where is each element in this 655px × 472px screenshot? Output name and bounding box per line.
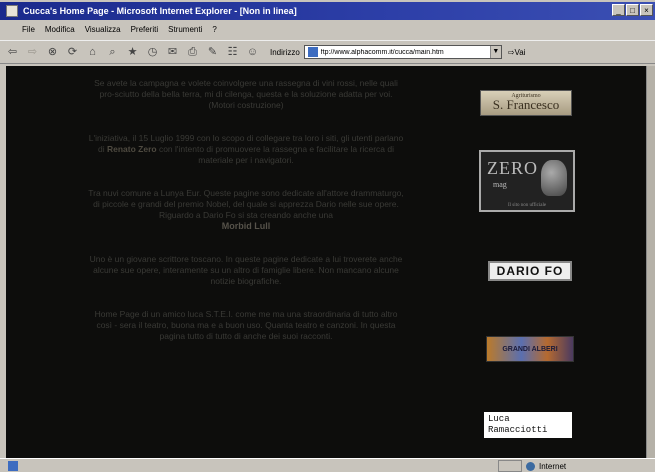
minimize-button[interactable]: _ bbox=[612, 4, 625, 16]
zero-logo-footer: Il sito non ufficiale bbox=[507, 203, 547, 208]
search-icon[interactable]: ⌕ bbox=[105, 45, 120, 59]
luca-logo-last: Ramacciotti bbox=[488, 425, 548, 435]
vertical-scrollbar[interactable] bbox=[646, 66, 655, 458]
renato-zero-link[interactable]: Renato Zero bbox=[107, 144, 157, 154]
paragraph-luca: Home Page di un amico luca S.T.E.I. come… bbox=[94, 309, 398, 341]
text-column: Se avete la campagna e volete coinvolger… bbox=[86, 78, 406, 364]
history-icon[interactable]: ◷ bbox=[145, 45, 160, 59]
refresh-icon[interactable]: ⟳ bbox=[65, 45, 80, 59]
san-francesco-logo[interactable]: Agriturismo S. Francesco bbox=[480, 90, 572, 116]
edit-icon[interactable]: ✎ bbox=[205, 45, 220, 59]
paragraph-dario-signature[interactable]: Morbid Lull bbox=[86, 221, 406, 232]
go-button[interactable]: ⇨Vai bbox=[508, 48, 526, 57]
zero-logo-title: ZERO bbox=[487, 158, 538, 178]
window-controls: _ □ × bbox=[612, 4, 653, 16]
print-icon[interactable]: ⎙ bbox=[185, 45, 200, 59]
home-icon[interactable]: ⌂ bbox=[85, 45, 100, 59]
renato-zero-logo[interactable]: ZERO mag Il sito non ufficiale bbox=[479, 150, 575, 212]
zero-logo-subtitle: mag bbox=[493, 180, 507, 189]
window-title: Cucca's Home Page - Microsoft Internet E… bbox=[23, 6, 297, 16]
page-icon bbox=[307, 47, 318, 57]
theater-banner[interactable]: GRANDI ALBERI bbox=[486, 336, 574, 362]
globe-icon bbox=[526, 461, 535, 471]
menu-modifica[interactable]: Modifica bbox=[45, 25, 75, 34]
status-panel bbox=[498, 460, 522, 472]
close-button[interactable]: × bbox=[640, 4, 653, 16]
forward-icon[interactable]: ⇨ bbox=[25, 45, 40, 59]
menu-preferiti[interactable]: Preferiti bbox=[131, 25, 159, 34]
paragraph-zero: L'iniziativa, il 15 Luglio 1999 con lo s… bbox=[86, 133, 406, 166]
go-label: Vai bbox=[514, 47, 526, 57]
address-input[interactable]: ftp://www.alphacomm.it/cucca/main.htm bbox=[321, 49, 490, 56]
zone-label: Internet bbox=[539, 461, 567, 471]
san-francesco-logo-subtitle: Agriturismo bbox=[511, 93, 541, 99]
favorites-icon[interactable]: ★ bbox=[125, 45, 140, 59]
security-zone: Internet bbox=[498, 460, 567, 472]
title-bar[interactable]: Cucca's Home Page - Microsoft Internet E… bbox=[0, 2, 655, 20]
page-content: Se avete la campagna e volete coinvolger… bbox=[6, 66, 646, 458]
menu-file[interactable]: File bbox=[22, 25, 35, 34]
messenger-icon[interactable]: ☺ bbox=[245, 45, 260, 59]
back-icon[interactable]: ⇦ bbox=[5, 45, 20, 59]
maximize-button[interactable]: □ bbox=[626, 4, 639, 16]
paragraph-dario: Tra nuvi comune a Lunya Eur. Queste pagi… bbox=[86, 188, 406, 232]
luca-logo-first: Luca bbox=[488, 414, 510, 424]
discuss-icon[interactable]: ☷ bbox=[225, 45, 240, 59]
browser-window: Cucca's Home Page - Microsoft Internet E… bbox=[0, 0, 655, 472]
dario-fo-logo[interactable]: DARIO FO bbox=[488, 261, 572, 281]
address-dropdown-icon[interactable]: ▼ bbox=[489, 46, 501, 58]
paragraph-writer: Uno è un giovane scrittore toscano. In q… bbox=[89, 254, 403, 286]
mail-icon[interactable]: ✉ bbox=[165, 45, 180, 59]
menu-strumenti[interactable]: Strumenti bbox=[168, 25, 202, 34]
ie-icon bbox=[6, 5, 18, 17]
portrait-image bbox=[541, 160, 567, 196]
status-bar: Internet bbox=[0, 458, 655, 472]
paragraph-zero-post: con l'intento di promuovere la rassegna … bbox=[156, 144, 394, 165]
toolbar: ⇦ ⇨ ⊗ ⟳ ⌂ ⌕ ★ ◷ ✉ ⎙ ✎ ☷ ☺ Indirizzo ftp:… bbox=[0, 40, 655, 64]
menu-bar: File Modifica Visualizza Preferiti Strum… bbox=[0, 22, 655, 36]
paragraph-sf: Se avete la campagna e volete coinvolger… bbox=[94, 78, 398, 110]
paragraph-dario-text: Tra nuvi comune a Lunya Eur. Queste pagi… bbox=[88, 188, 404, 220]
stop-icon[interactable]: ⊗ bbox=[45, 45, 60, 59]
luca-ramacciotti-logo[interactable]: Luca Ramacciotti bbox=[484, 412, 572, 438]
address-label: Indirizzo bbox=[270, 47, 300, 57]
menu-visualizza[interactable]: Visualizza bbox=[85, 25, 121, 34]
menu-help[interactable]: ? bbox=[212, 25, 216, 34]
address-bar[interactable]: ftp://www.alphacomm.it/cucca/main.htm ▼ bbox=[303, 45, 502, 59]
status-page-icon bbox=[8, 461, 18, 471]
